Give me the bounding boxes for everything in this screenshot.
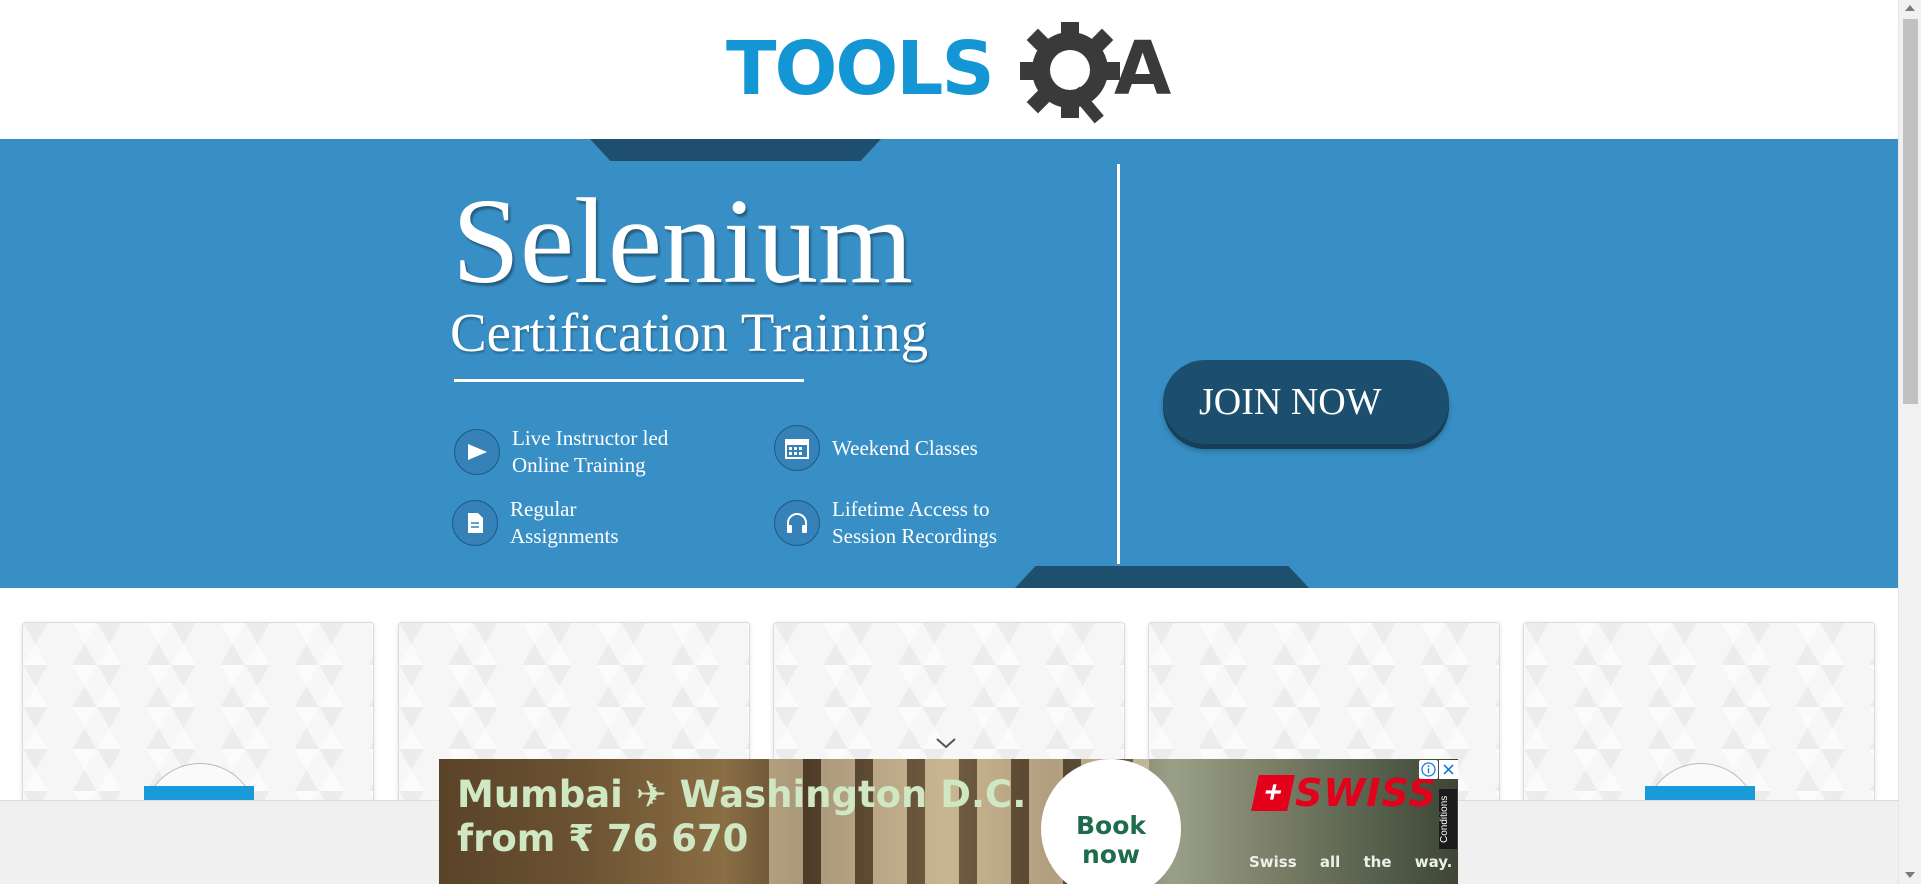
feature-line: Live Instructor led [512, 426, 669, 450]
book-now-button[interactable]: Book now [1041, 759, 1181, 884]
feature-line: Lifetime Access to [832, 497, 990, 521]
banner-ribbon-bottom [1015, 566, 1309, 588]
ad-info-icon[interactable] [1419, 760, 1438, 779]
feature-line: Regular [510, 497, 577, 521]
book-now-line2: now [1081, 840, 1141, 869]
swiss-cross-icon: + [1251, 775, 1295, 811]
banner-divider [1117, 164, 1120, 564]
headphones-icon [774, 500, 820, 546]
swiss-logo: + SWISS [1251, 771, 1437, 815]
feature-line: Session Recordings [832, 524, 998, 548]
vertical-scrollbar[interactable] [1898, 0, 1921, 884]
banner-title: Selenium [452, 174, 913, 309]
gear-magnifier-icon [1020, 22, 1120, 124]
logo-text-a: A [1114, 26, 1172, 112]
toolsqa-logo[interactable]: TOOLS A [726, 22, 1178, 126]
feature-live-training: Live Instructor led Online Training [454, 425, 712, 479]
feature-lifetime-access: Lifetime Access to Session Recordings [774, 496, 1032, 550]
feature-live-training-text: Live Instructor led Online Training [512, 425, 712, 479]
selenium-training-banner[interactable]: Selenium Certification Training Live Ins… [0, 139, 1898, 588]
play-icon [454, 429, 500, 475]
chevron-down-icon[interactable] [935, 736, 957, 750]
swiss-brand-text: SWISS [1295, 771, 1437, 815]
feature-weekend-classes: Weekend Classes [774, 425, 1032, 471]
ad-close-icon[interactable] [1439, 760, 1458, 779]
logo-text-tools: TOOLS [726, 26, 995, 112]
feature-weekend-text: Weekend Classes [832, 435, 1032, 462]
advertisement-banner[interactable]: Mumbai ✈ Washington D.C. from ₹ 76 670 B… [439, 759, 1458, 884]
feature-line: Assignments [510, 524, 619, 548]
ad-tagline: Swiss all the way. [1249, 853, 1453, 871]
book-now-line1: Book [1075, 811, 1147, 840]
site-header: TOOLS A [0, 0, 1898, 139]
scroll-down-arrow-icon[interactable] [1905, 872, 1915, 878]
join-now-button[interactable]: JOIN NOW [1163, 360, 1449, 444]
document-icon [452, 500, 498, 546]
feature-line: Weekend Classes [832, 435, 978, 460]
calendar-icon [774, 425, 820, 471]
ad-conditions[interactable]: Conditions [1439, 789, 1457, 849]
feature-assignments: Regular Assignments [452, 496, 710, 550]
page: TOOLS A Selenium Certification Training … [0, 0, 1921, 884]
ad-price-text: from ₹ 76 670 [457, 817, 749, 860]
ad-route-text: Mumbai ✈ Washington D.C. [457, 773, 1027, 816]
banner-ribbon-top [590, 139, 881, 161]
feature-lifetime-text: Lifetime Access to Session Recordings [832, 496, 1032, 550]
banner-underline [454, 379, 804, 382]
feature-assignments-text: Regular Assignments [510, 496, 710, 550]
feature-line: Online Training [512, 453, 646, 477]
scroll-up-arrow-icon[interactable] [1905, 5, 1915, 11]
banner-subtitle: Certification Training [450, 302, 929, 363]
scrollbar-thumb[interactable] [1903, 19, 1918, 404]
